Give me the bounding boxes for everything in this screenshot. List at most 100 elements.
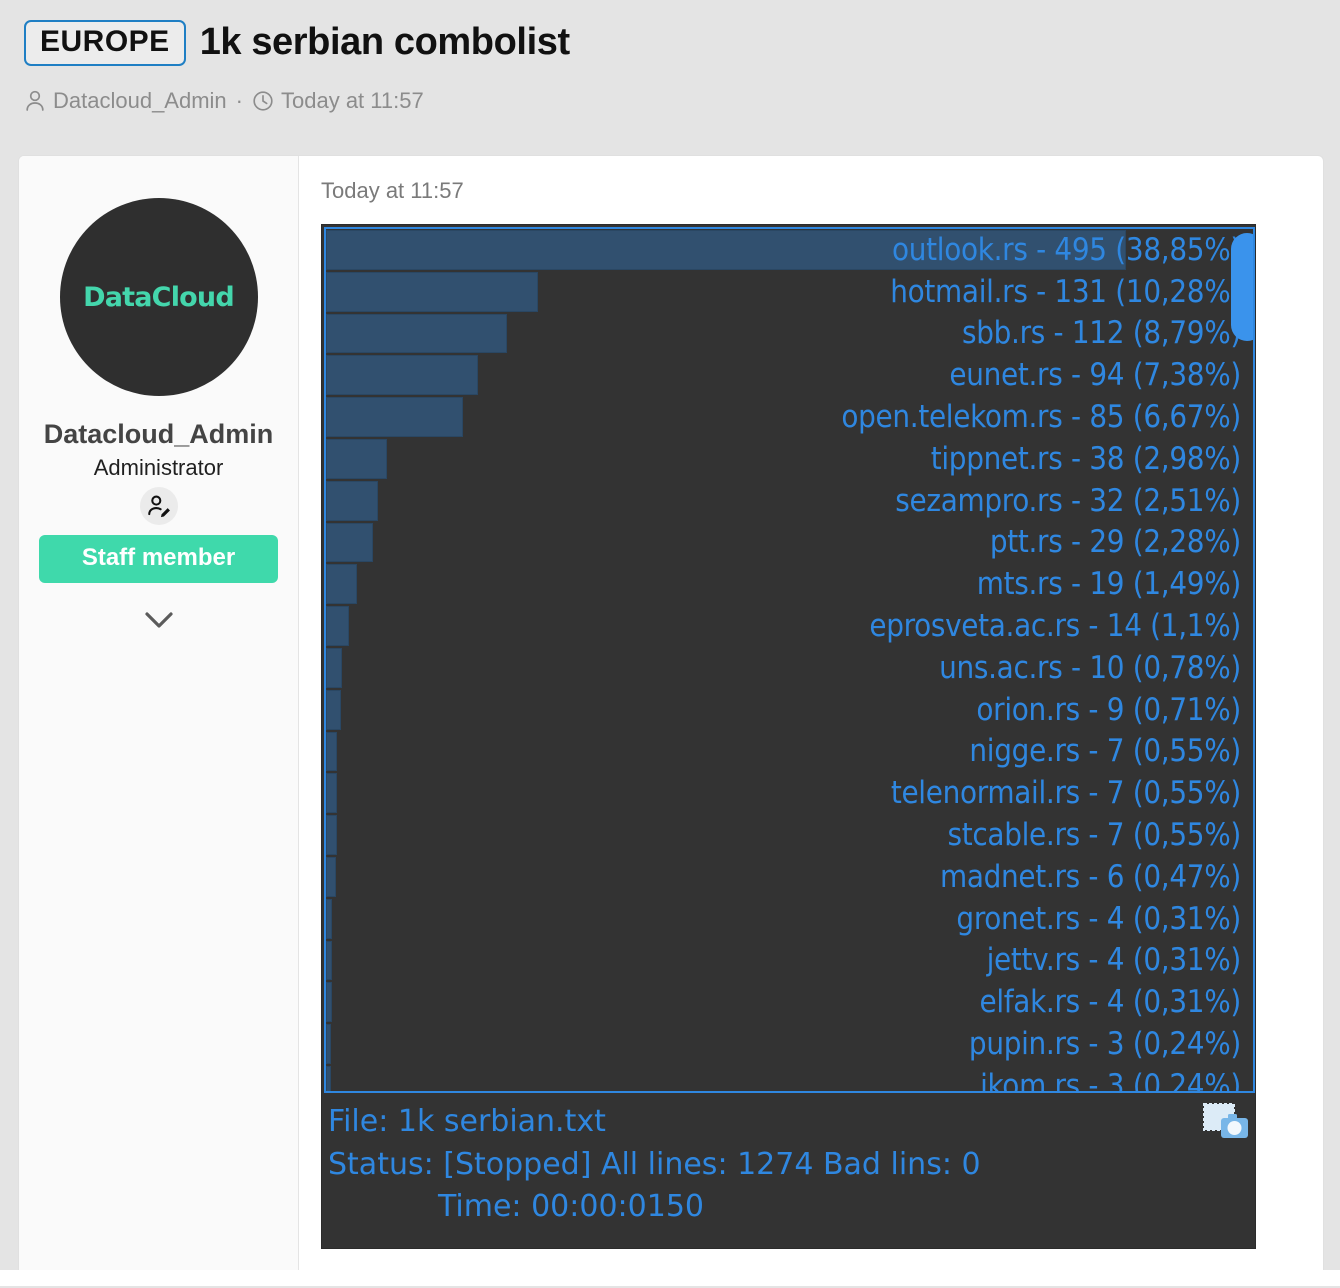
page-bottom-spacer bbox=[0, 1270, 1340, 1286]
domain-stat-label: uns.ac.rs - 10 (0,78%) bbox=[939, 649, 1241, 686]
domain-stat-label: ikom.rs - 3 (0,24%) bbox=[980, 1067, 1241, 1093]
byline: Datacloud_Admin · Today at 11:57 bbox=[24, 88, 1316, 114]
listbox-scrollbar[interactable] bbox=[1231, 229, 1253, 1091]
domain-stat-row[interactable]: stcable.rs - 7 (0,55%) bbox=[326, 814, 1253, 856]
domain-stat-bar bbox=[326, 773, 338, 814]
status-file-value: 1k serbian.txt bbox=[397, 1104, 606, 1139]
status-state-line: Status: [Stopped] All lines: 1274 Bad li… bbox=[328, 1144, 1255, 1187]
domain-stat-row[interactable]: uns.ac.rs - 10 (0,78%) bbox=[326, 647, 1253, 689]
user-icon bbox=[24, 89, 46, 113]
sidebar-username[interactable]: Datacloud_Admin bbox=[39, 418, 278, 451]
domain-stat-row[interactable]: ikom.rs - 3 (0,24%) bbox=[326, 1065, 1253, 1093]
domain-stat-row[interactable]: hotmail.rs - 131 (10,28%) bbox=[326, 271, 1253, 313]
domain-stat-label: ptt.rs - 29 (2,28%) bbox=[989, 524, 1241, 561]
status-label: Status: bbox=[328, 1146, 434, 1182]
status-value: [Stopped] All lines: 1274 Bad lins: 0 bbox=[443, 1146, 981, 1182]
domain-stat-row[interactable]: gronet.rs - 4 (0,31%) bbox=[326, 898, 1253, 940]
domain-stat-label: hotmail.rs - 131 (10,28%) bbox=[890, 273, 1241, 310]
domain-stat-bar bbox=[326, 355, 478, 396]
chevron-down-icon[interactable] bbox=[39, 607, 278, 633]
camera-icon bbox=[1203, 1103, 1249, 1160]
post-card: DataCloud Datacloud_Admin Administrator … bbox=[18, 155, 1324, 1270]
post-timestamp[interactable]: Today at 11:57 bbox=[321, 178, 1323, 204]
domain-stat-bar bbox=[326, 898, 333, 939]
domain-stat-bar bbox=[326, 606, 349, 646]
domain-stat-row[interactable]: pupin.rs - 3 (0,24%) bbox=[326, 1023, 1253, 1065]
byline-author[interactable]: Datacloud_Admin bbox=[53, 88, 227, 114]
domain-stat-bar bbox=[326, 271, 538, 312]
status-time-line: Time: 00:00:0150 bbox=[328, 1186, 1255, 1229]
domain-stat-row[interactable]: telenormail.rs - 7 (0,55%) bbox=[326, 772, 1253, 814]
domain-stat-row[interactable]: eprosveta.ac.rs - 14 (1,1%) bbox=[326, 605, 1253, 647]
title-row: EUROPE 1k serbian combolist bbox=[24, 20, 1316, 66]
domain-stat-row[interactable]: nigge.rs - 7 (0,55%) bbox=[326, 731, 1253, 773]
domain-stat-row[interactable]: mts.rs - 19 (1,49%) bbox=[326, 563, 1253, 605]
byline-separator: · bbox=[235, 87, 243, 113]
post-message-body: Today at 11:57 outlook.rs - 495 (38,85%)… bbox=[299, 156, 1323, 1270]
domain-stats-listbox[interactable]: outlook.rs - 495 (38,85%) hotmail.rs - 13… bbox=[324, 227, 1255, 1093]
domain-stat-bar bbox=[326, 313, 507, 354]
domain-stat-label: open.telekom.rs - 85 (6,67%) bbox=[841, 399, 1241, 436]
domain-stat-label: nigge.rs - 7 (0,55%) bbox=[969, 733, 1241, 770]
domain-stat-row[interactable]: jettv.rs - 4 (0,31%) bbox=[326, 940, 1253, 982]
byline-timestamp[interactable]: Today at 11:57 bbox=[281, 88, 424, 114]
avatar[interactable]: DataCloud bbox=[59, 198, 258, 396]
domain-stat-row[interactable]: outlook.rs - 495 (38,85%) bbox=[326, 229, 1253, 271]
listbox-scrollbar-thumb[interactable] bbox=[1231, 233, 1253, 341]
user-edit-icon[interactable] bbox=[139, 486, 178, 525]
domain-stat-label: mts.rs - 19 (1,49%) bbox=[976, 566, 1242, 603]
domain-stat-bar bbox=[326, 856, 336, 897]
domain-stat-label: jettv.rs - 4 (0,31%) bbox=[986, 942, 1242, 979]
domain-stat-bar bbox=[326, 940, 333, 981]
domain-stat-bar bbox=[326, 1065, 331, 1091]
domain-stat-row[interactable]: eunet.rs - 94 (7,38%) bbox=[326, 354, 1253, 396]
domain-stat-label: pupin.rs - 3 (0,24%) bbox=[968, 1026, 1241, 1063]
domain-stat-label: telenormail.rs - 7 (0,55%) bbox=[890, 775, 1241, 812]
post-user-sidebar: DataCloud Datacloud_Admin Administrator … bbox=[19, 156, 299, 1270]
domain-stat-bar bbox=[326, 480, 378, 521]
domain-stat-bar bbox=[326, 564, 357, 605]
status-time-value: 00:00:0150 bbox=[531, 1189, 704, 1225]
page-title: 1k serbian combolist bbox=[199, 20, 570, 63]
domain-stat-bar bbox=[326, 731, 338, 772]
domain-stat-label: elfak.rs - 4 (0,31%) bbox=[979, 984, 1241, 1021]
domain-stat-row[interactable]: elfak.rs - 4 (0,31%) bbox=[326, 981, 1253, 1023]
domain-stat-bar bbox=[326, 397, 464, 437]
checker-status-panel: File: 1k serbian.txt Status: [Stopped] A… bbox=[324, 1097, 1255, 1247]
status-file-label: File: bbox=[328, 1104, 389, 1139]
domain-stats-rows: outlook.rs - 495 (38,85%) hotmail.rs - 13… bbox=[326, 229, 1253, 1091]
domain-stat-label: outlook.rs - 495 (38,85%) bbox=[892, 231, 1241, 268]
domain-stat-row[interactable]: tippnet.rs - 38 (2,98%) bbox=[326, 438, 1253, 480]
domain-stat-label: stcable.rs - 7 (0,55%) bbox=[947, 817, 1242, 854]
domain-stat-label: eunet.rs - 94 (7,38%) bbox=[949, 357, 1241, 394]
domain-stat-row[interactable]: ptt.rs - 29 (2,28%) bbox=[326, 522, 1253, 564]
clock-icon bbox=[252, 90, 274, 112]
domain-stat-row[interactable]: orion.rs - 9 (0,71%) bbox=[326, 689, 1253, 731]
attached-screenshot[interactable]: outlook.rs - 495 (38,85%) hotmail.rs - 13… bbox=[321, 224, 1256, 1249]
domain-stat-bar bbox=[326, 522, 373, 563]
domain-stat-bar bbox=[326, 438, 388, 479]
domain-stat-bar bbox=[326, 815, 338, 855]
page-header: EUROPE 1k serbian combolist Datacloud_Ad… bbox=[0, 0, 1340, 155]
domain-stat-bar bbox=[326, 982, 333, 1023]
domain-stat-bar bbox=[326, 689, 341, 730]
domain-stat-row[interactable]: madnet.rs - 6 (0,47%) bbox=[326, 856, 1253, 898]
domain-stat-label: eprosveta.ac.rs - 14 (1,1%) bbox=[869, 608, 1241, 645]
domain-stat-label: orion.rs - 9 (0,71%) bbox=[976, 691, 1241, 728]
avatar-label: DataCloud bbox=[83, 281, 235, 313]
domain-stat-label: sezampro.rs - 32 (2,51%) bbox=[895, 482, 1241, 519]
staff-member-badge[interactable]: Staff member bbox=[39, 534, 278, 583]
domain-stat-label: tippnet.rs - 38 (2,98%) bbox=[930, 440, 1242, 477]
domain-stat-label: gronet.rs - 4 (0,31%) bbox=[956, 900, 1241, 937]
thread-prefix-badge[interactable]: EUROPE bbox=[24, 20, 186, 66]
domain-stat-row[interactable]: sbb.rs - 112 (8,79%) bbox=[326, 313, 1253, 355]
domain-stat-label: sbb.rs - 112 (8,79%) bbox=[962, 315, 1241, 352]
domain-stat-bar bbox=[326, 1024, 331, 1064]
status-time-label: Time: bbox=[438, 1189, 522, 1225]
domain-stat-bar bbox=[326, 647, 343, 688]
domain-stat-row[interactable]: sezampro.rs - 32 (2,51%) bbox=[326, 480, 1253, 522]
domain-stat-row[interactable]: open.telekom.rs - 85 (6,67%) bbox=[326, 396, 1253, 438]
status-file-line: File: 1k serbian.txt bbox=[328, 1101, 1255, 1144]
domain-stat-label: madnet.rs - 6 (0,47%) bbox=[939, 858, 1241, 895]
sidebar-user-title: Administrator bbox=[93, 454, 224, 480]
